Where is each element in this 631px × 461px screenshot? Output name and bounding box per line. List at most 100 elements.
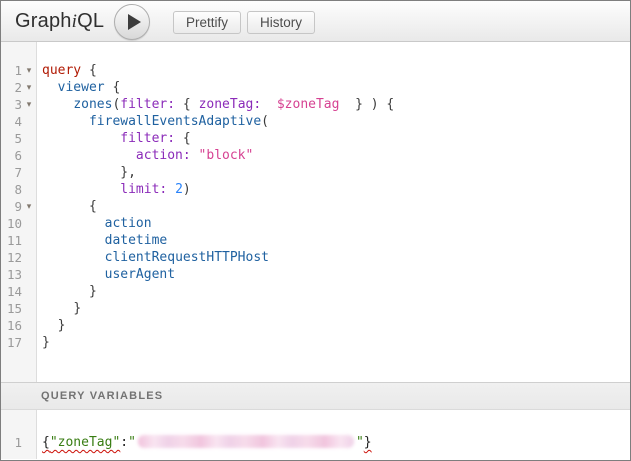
line-number: 3: [1, 97, 22, 112]
code-line: }: [42, 334, 630, 351]
token-variable: $zoneTag: [277, 97, 340, 112]
indent: [42, 250, 105, 265]
token-punct: [167, 182, 175, 197]
line-number: 6: [1, 148, 22, 163]
token-punct: }: [58, 318, 66, 333]
token-property: clientRequestHTTPHost: [105, 250, 269, 265]
token-property: zones: [73, 97, 112, 112]
token-keyword: query: [42, 63, 81, 78]
query-variables-bar[interactable]: QUERY VARIABLES: [1, 382, 630, 410]
gutter-line: 13: [1, 266, 36, 283]
prettify-button[interactable]: Prettify: [173, 11, 241, 34]
gutter-line: 12: [1, 249, 36, 266]
top-bar: GraphiQL Prettify History: [1, 1, 630, 42]
line-number: 10: [1, 216, 22, 231]
code-line: action: [42, 215, 630, 232]
token-punct: [261, 97, 277, 112]
line-number: 14: [1, 284, 22, 299]
gutter-line: 1▾: [1, 62, 36, 79]
history-button[interactable]: History: [247, 11, 315, 34]
code-line: limit: 2): [42, 181, 630, 198]
gutter-line: 7: [1, 164, 36, 181]
token-vstring: ": [356, 435, 364, 450]
token-punct: }: [42, 335, 50, 350]
indent: [42, 301, 73, 316]
indent: [42, 114, 89, 129]
gutter-line: 3▾: [1, 96, 36, 113]
token-punct: {: [175, 97, 198, 112]
code-line: },: [42, 164, 630, 181]
variables-editor[interactable]: 1 {"zoneTag":""}: [1, 410, 630, 459]
indent: [42, 97, 73, 112]
line-number: 4: [1, 114, 22, 129]
code-line: datetime: [42, 232, 630, 249]
token-punct: }: [73, 301, 81, 316]
token-attribute: filter:: [120, 97, 175, 112]
indent: [42, 148, 136, 163]
code-line: firewallEventsAdaptive(: [42, 113, 630, 130]
indent: [42, 131, 120, 146]
token-attribute: zoneTag:: [199, 97, 262, 112]
line-number: 17: [1, 335, 22, 350]
token-vstring: "zoneTag": [50, 435, 120, 450]
gutter-line: 6: [1, 147, 36, 164]
variables-gutter: 1: [1, 410, 37, 459]
gutter-line: 15: [1, 300, 36, 317]
fold-arrow-icon[interactable]: ▾: [22, 100, 36, 110]
token-string: "block": [199, 148, 254, 163]
indent: [42, 80, 58, 95]
indent: [42, 267, 105, 282]
line-number: 16: [1, 318, 22, 333]
gutter-line: 2▾: [1, 79, 36, 96]
code-line: {"zoneTag":""}: [42, 434, 630, 451]
gutter-line: 8: [1, 181, 36, 198]
gutter-line: 1: [1, 434, 36, 451]
token-punct: {: [81, 63, 97, 78]
fold-arrow-icon[interactable]: ▾: [22, 202, 36, 212]
play-icon: [128, 14, 141, 30]
token-vstring: ": [128, 435, 136, 450]
gutter-line: 10: [1, 215, 36, 232]
token-punct: ): [183, 182, 191, 197]
graphiql-logo: GraphiQL: [15, 10, 104, 33]
fold-arrow-icon[interactable]: ▾: [22, 83, 36, 93]
code-line: }: [42, 317, 630, 334]
gutter-line: 11: [1, 232, 36, 249]
token-punct: },: [120, 165, 136, 180]
logo-text: QL: [77, 10, 104, 32]
line-number: 7: [1, 165, 22, 180]
line-number: 1: [1, 435, 22, 450]
token-punct: {: [105, 80, 121, 95]
token-attribute: filter:: [120, 131, 175, 146]
query-editor[interactable]: 1▾2▾3▾456789▾1011121314151617 query { vi…: [1, 42, 630, 382]
token-punct: }: [89, 284, 97, 299]
line-number: 5: [1, 131, 22, 146]
token-property: firewallEventsAdaptive: [89, 114, 261, 129]
token-punct: {: [89, 199, 97, 214]
code-line: {: [42, 198, 630, 215]
execute-query-button[interactable]: [114, 4, 150, 40]
indent: [42, 182, 120, 197]
fold-arrow-icon[interactable]: ▾: [22, 66, 36, 76]
token-vpunct: }: [364, 435, 372, 450]
gutter-line: 4: [1, 113, 36, 130]
code-line: userAgent: [42, 266, 630, 283]
code-line: filter: {: [42, 130, 630, 147]
line-number: 11: [1, 233, 22, 248]
gutter-line: 9▾: [1, 198, 36, 215]
token-number: 2: [175, 182, 183, 197]
indent: [42, 233, 105, 248]
token-property: userAgent: [105, 267, 175, 282]
token-vpunct: :: [120, 435, 128, 450]
line-number: 1: [1, 63, 22, 78]
redacted-value: [138, 435, 354, 448]
query-code[interactable]: query { viewer { zones(filter: { zoneTag…: [37, 42, 630, 382]
line-number: 13: [1, 267, 22, 282]
graphiql-window: GraphiQL Prettify History 1▾2▾3▾456789▾1…: [0, 0, 631, 461]
variables-code[interactable]: {"zoneTag":""}: [37, 410, 630, 459]
line-number: 2: [1, 80, 22, 95]
token-attribute: limit:: [120, 182, 167, 197]
gutter-line: 16: [1, 317, 36, 334]
query-variables-title: QUERY VARIABLES: [41, 390, 163, 402]
token-property: action: [105, 216, 152, 231]
